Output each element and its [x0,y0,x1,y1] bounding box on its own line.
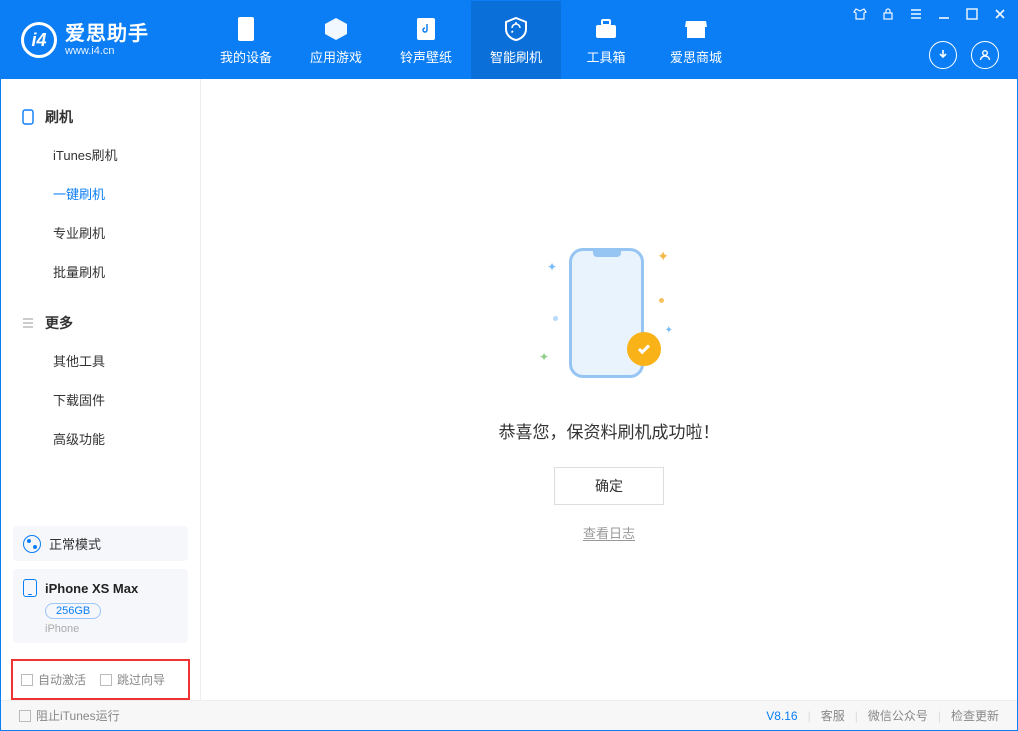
sidebar-item-oneclick-flash[interactable]: 一键刷机 [1,174,200,213]
success-illustration: ✦✦ ✦✦ [509,238,709,388]
footer-link-wechat[interactable]: 微信公众号 [868,707,928,724]
block-itunes-checkbox[interactable]: 阻止iTunes运行 [19,707,120,724]
app-subtitle: www.i4.cn [65,45,149,57]
header-right-actions [929,41,999,69]
check-badge-icon [627,332,661,366]
sidebar: 刷机 iTunes刷机 一键刷机 专业刷机 批量刷机 更多 其他工具 下载固件 … [1,79,201,700]
maximize-icon[interactable] [965,7,979,21]
tab-label: 工具箱 [586,47,625,66]
sidebar-item-other-tools[interactable]: 其他工具 [1,341,200,380]
device-small-icon [23,579,37,597]
sidebar-group-more: 更多 [1,305,200,341]
tab-store[interactable]: 爱思商城 [651,1,741,79]
device-mode-row[interactable]: 正常模式 [13,526,188,561]
connected-device-card[interactable]: iPhone XS Max 256GB iPhone [13,569,188,643]
status-bar: 阻止iTunes运行 V8.16 | 客服 | 微信公众号 | 检查更新 [1,700,1017,730]
view-log-link[interactable]: 查看日志 [583,523,635,542]
phone-small-icon [21,109,35,125]
top-nav: 我的设备 应用游戏 铃声壁纸 智能刷机 工具箱 爱思商城 [201,1,741,79]
group-title: 刷机 [45,107,73,127]
checkbox-label: 跳过向导 [117,671,165,688]
tab-label: 爱思商城 [670,47,722,66]
sidebar-item-pro-flash[interactable]: 专业刷机 [1,213,200,252]
sidebar-item-batch-flash[interactable]: 批量刷机 [1,252,200,291]
tab-label: 智能刷机 [490,47,542,66]
sidebar-item-download-firmware[interactable]: 下载固件 [1,380,200,419]
minimize-icon[interactable] [937,7,951,21]
checkbox-icon [100,674,112,686]
skip-guide-checkbox[interactable]: 跳过向导 [100,671,165,688]
checkbox-label: 自动激活 [38,671,86,688]
options-highlight-box: 自动激活 跳过向导 [11,659,190,700]
close-icon[interactable] [993,7,1007,21]
tab-label: 我的设备 [220,47,272,66]
app-logo-icon: i4 [21,22,57,58]
list-icon [21,315,35,331]
device-icon [232,15,260,43]
title-bar: i4 爱思助手 www.i4.cn 我的设备 应用游戏 铃声壁纸 智能刷机 工具… [1,1,1017,79]
tab-apps-games[interactable]: 应用游戏 [291,1,381,79]
main-content: ✦✦ ✦✦ 恭喜您，保资料刷机成功啦！ 确定 查看日志 [201,79,1017,700]
checkbox-icon [19,710,31,722]
device-type: iPhone [45,623,178,635]
footer-link-update[interactable]: 检查更新 [951,707,999,724]
cube-icon [322,15,350,43]
sidebar-group-flash: 刷机 [1,99,200,135]
device-storage-badge: 256GB [45,603,101,619]
ok-button[interactable]: 确定 [554,467,664,505]
shop-icon [682,15,710,43]
tab-label: 铃声壁纸 [400,47,452,66]
app-title: 爱思助手 [65,23,149,45]
tab-label: 应用游戏 [310,47,362,66]
user-button[interactable] [971,41,999,69]
auto-activate-checkbox[interactable]: 自动激活 [21,671,86,688]
success-message: 恭喜您，保资料刷机成功啦！ [499,418,720,443]
sidebar-item-itunes-flash[interactable]: iTunes刷机 [1,135,200,174]
window-controls [853,7,1007,21]
lock-icon[interactable] [881,7,895,21]
logo-area: i4 爱思助手 www.i4.cn [1,1,201,79]
group-title: 更多 [45,313,73,333]
tab-ringtones[interactable]: 铃声壁纸 [381,1,471,79]
version-label: V8.16 [766,709,797,723]
tab-smart-flash[interactable]: 智能刷机 [471,1,561,79]
download-button[interactable] [929,41,957,69]
shirt-icon[interactable] [853,7,867,21]
mode-label: 正常模式 [49,534,101,553]
footer-link-support[interactable]: 客服 [821,707,845,724]
device-name: iPhone XS Max [45,581,138,596]
device-panel: 正常模式 iPhone XS Max 256GB iPhone [13,526,188,643]
shield-icon [502,15,530,43]
mode-icon [23,535,41,553]
tab-my-device[interactable]: 我的设备 [201,1,291,79]
checkbox-label: 阻止iTunes运行 [36,707,120,724]
toolbox-icon [592,15,620,43]
sidebar-item-advanced[interactable]: 高级功能 [1,419,200,458]
menu-icon[interactable] [909,7,923,21]
music-file-icon [412,15,440,43]
checkbox-icon [21,674,33,686]
tab-toolbox[interactable]: 工具箱 [561,1,651,79]
